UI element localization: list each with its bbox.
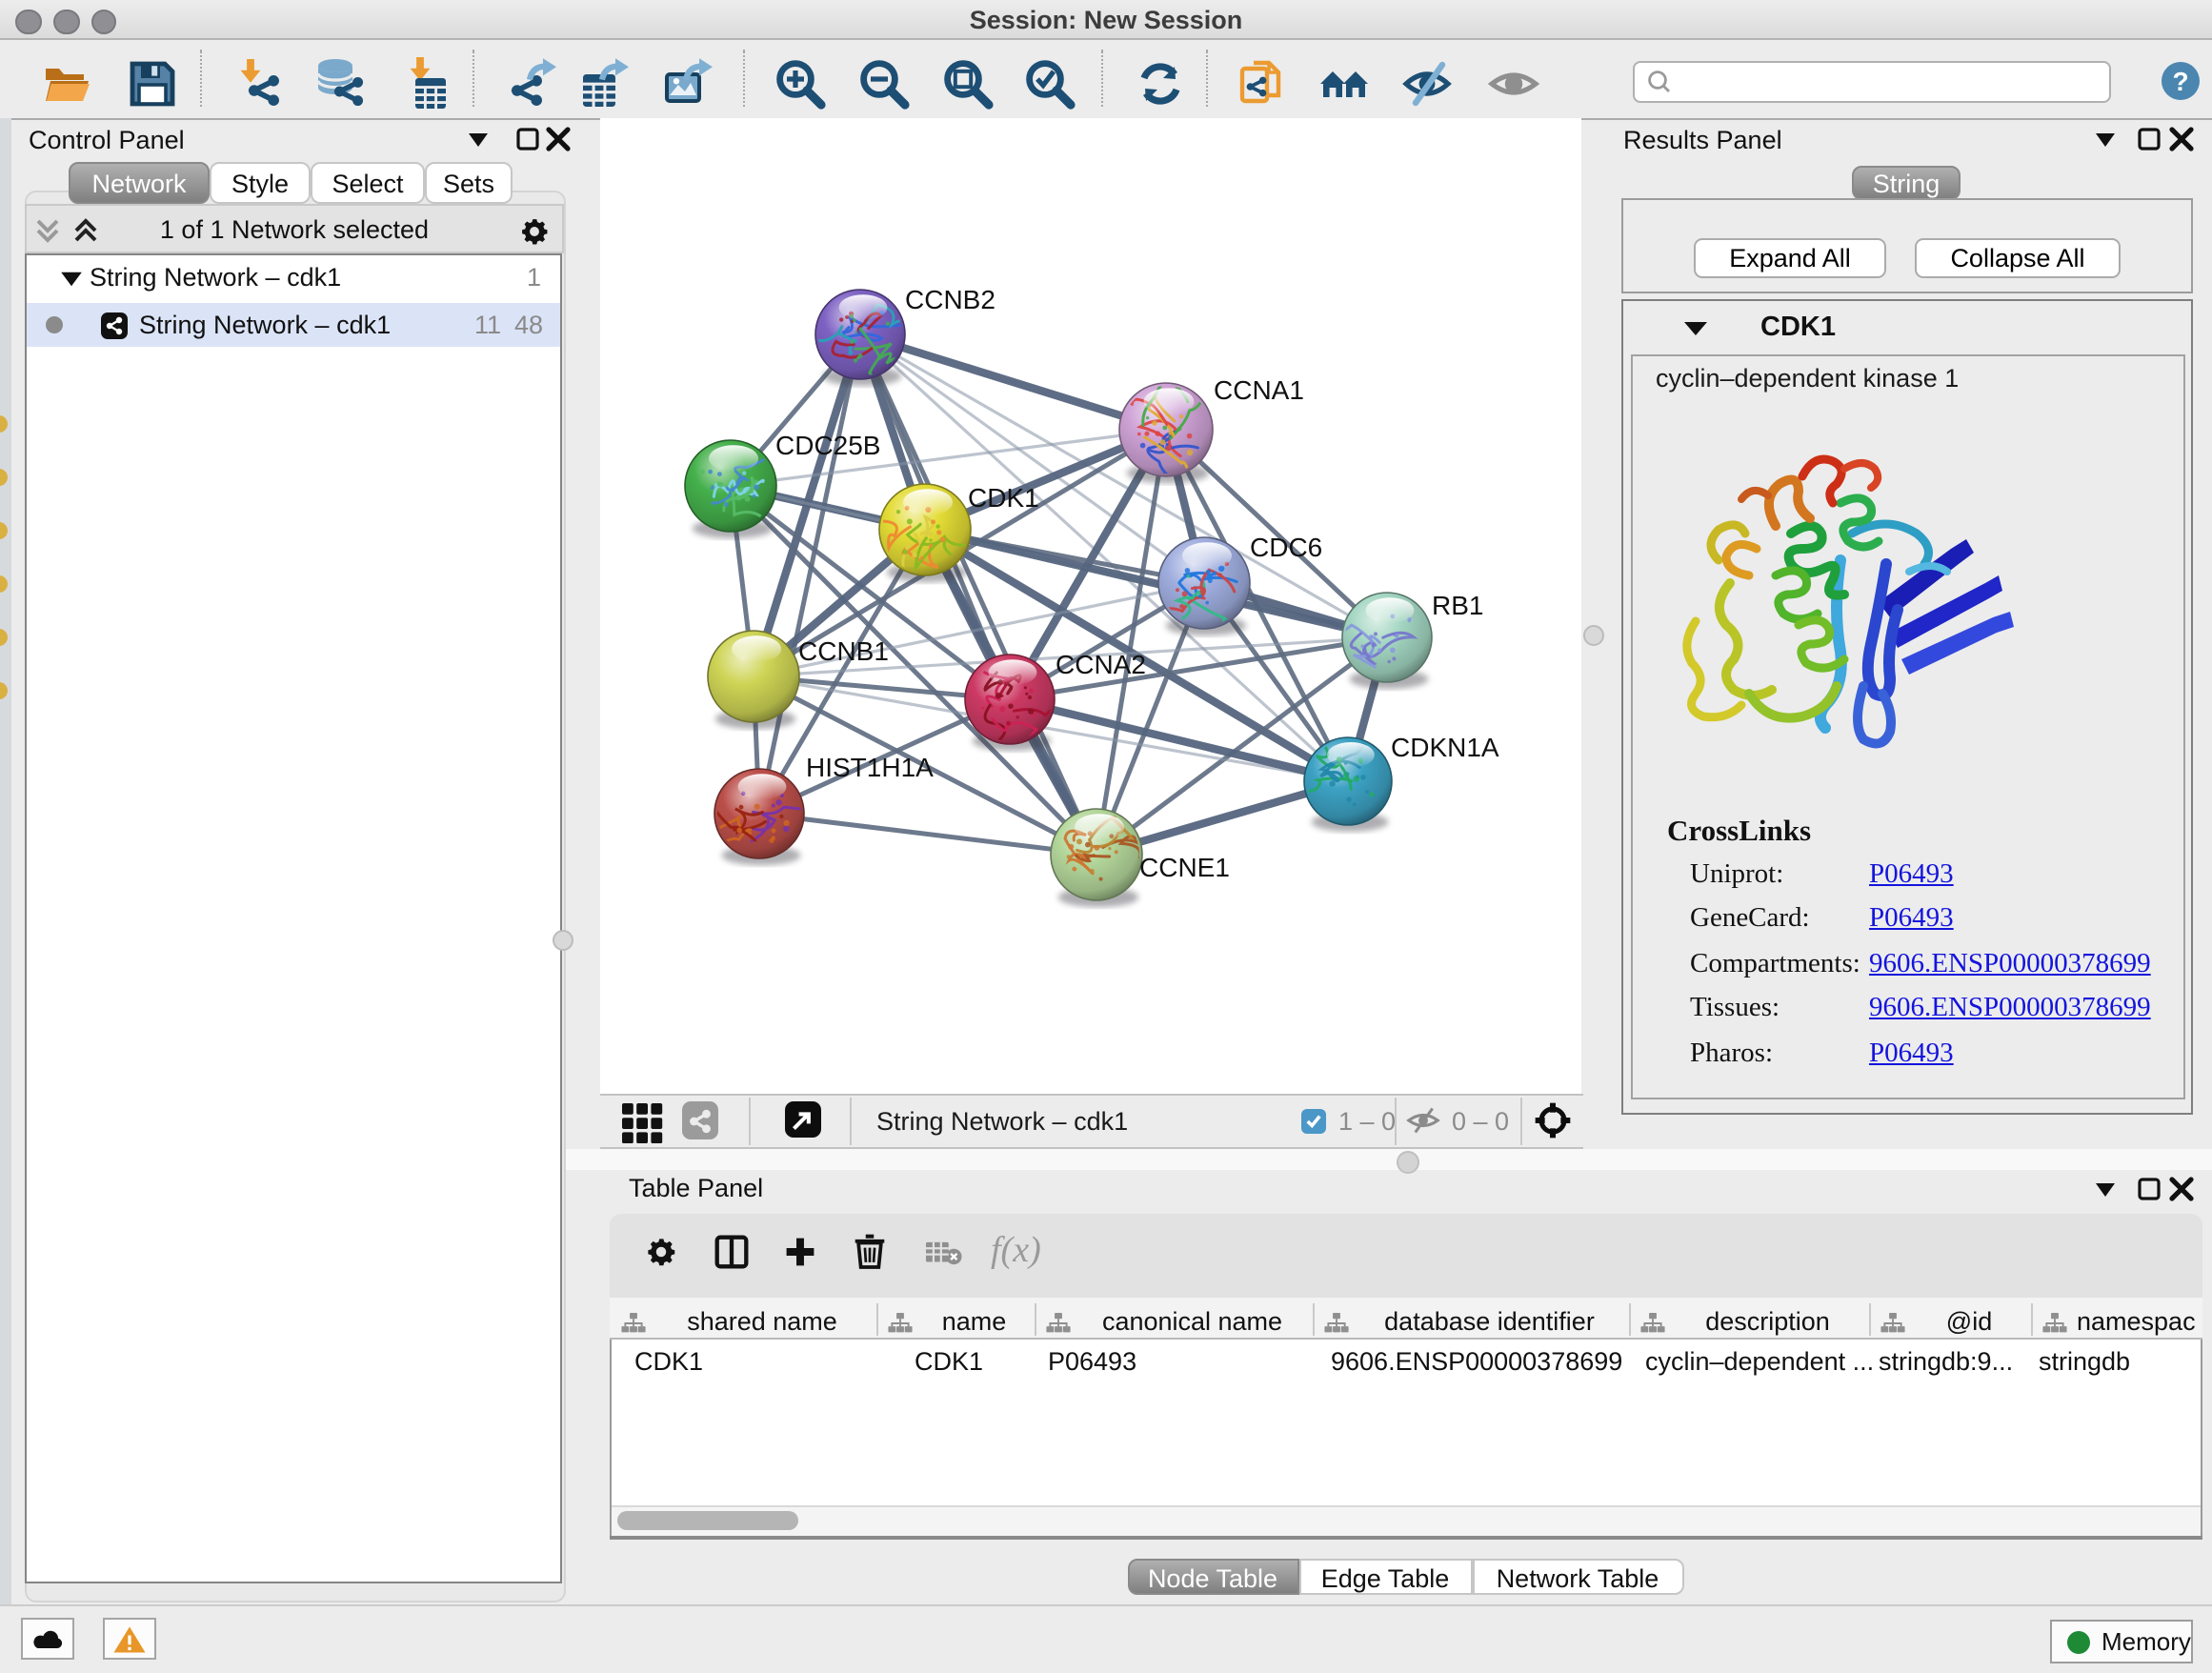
svg-text:CCNA2: CCNA2 xyxy=(1056,650,1146,679)
svg-text:RB1: RB1 xyxy=(1432,591,1483,620)
svg-text:CCNB2: CCNB2 xyxy=(905,285,995,314)
svg-text:CDKN1A: CDKN1A xyxy=(1391,733,1499,762)
svg-text:CCNB1: CCNB1 xyxy=(798,636,889,666)
svg-text:CCNE1: CCNE1 xyxy=(1139,853,1230,882)
svg-text:CDC25B: CDC25B xyxy=(775,431,880,460)
svg-text:CCNA1: CCNA1 xyxy=(1214,375,1304,405)
svg-text:CDC6: CDC6 xyxy=(1250,533,1322,562)
svg-text:?: ? xyxy=(2172,66,2188,95)
svg-text:HIST1H1A: HIST1H1A xyxy=(806,753,934,782)
svg-text:CDK1: CDK1 xyxy=(968,483,1039,513)
